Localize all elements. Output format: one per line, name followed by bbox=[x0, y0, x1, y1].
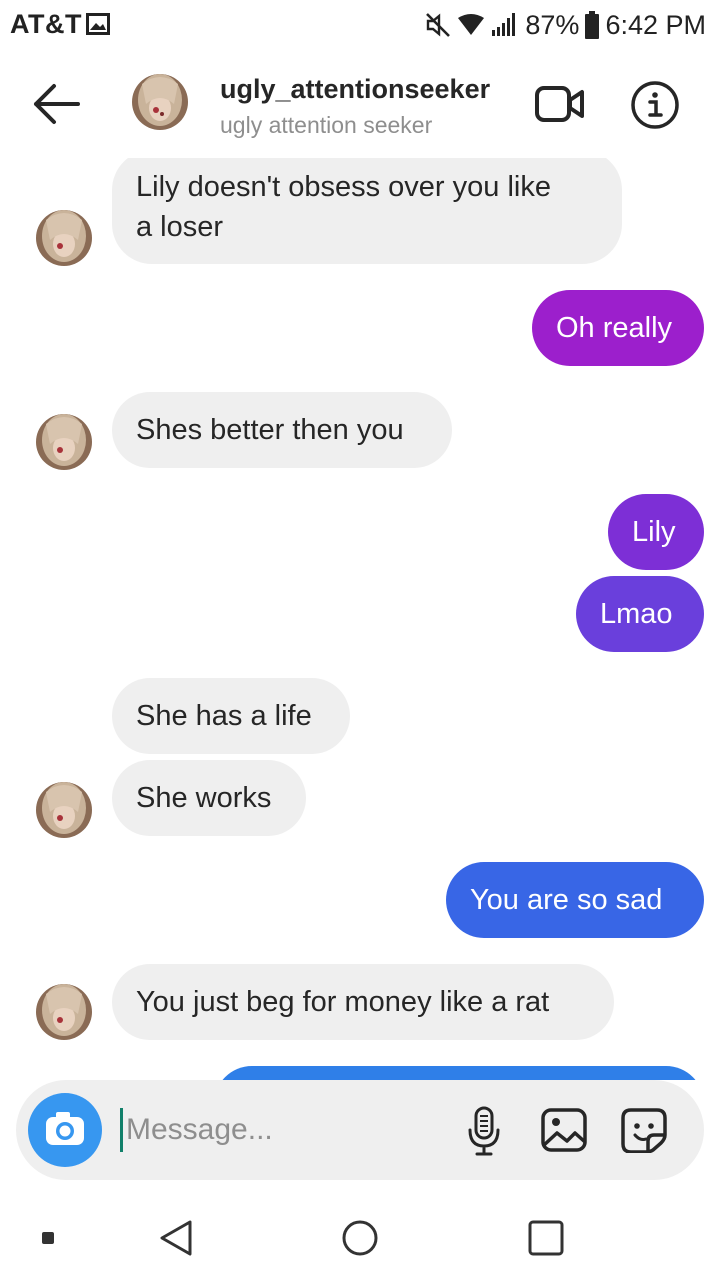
back-arrow-icon[interactable] bbox=[30, 80, 82, 128]
carrier-label: AT&T bbox=[10, 9, 82, 39]
message-text: Lily doesn't obsess over you like bbox=[136, 171, 551, 203]
message-incoming[interactable]: You just beg for money like a rat bbox=[112, 964, 614, 1040]
message-incoming[interactable]: She works bbox=[112, 760, 306, 836]
sender-avatar[interactable] bbox=[36, 984, 92, 1040]
camera-icon bbox=[46, 1112, 84, 1145]
battery-icon bbox=[585, 11, 600, 39]
message-text: Oh really bbox=[556, 312, 673, 344]
microphone-icon[interactable] bbox=[464, 1106, 504, 1156]
status-icons: 87% 6:42 PM bbox=[425, 9, 706, 41]
wifi-icon bbox=[458, 14, 485, 35]
system-nav-bar bbox=[0, 1196, 720, 1280]
message-outgoing[interactable]: Lily bbox=[608, 494, 704, 570]
message-composer bbox=[16, 1080, 704, 1180]
sender-avatar[interactable] bbox=[36, 414, 92, 470]
clock: 6:42 PM bbox=[605, 9, 706, 40]
chat-username[interactable]: ugly_attentionseeker bbox=[220, 74, 490, 105]
message-outgoing[interactable]: Lmao bbox=[576, 576, 704, 652]
camera-button[interactable] bbox=[28, 1093, 102, 1167]
message-text: a loser bbox=[136, 211, 224, 243]
conversation-header: ugly_attentionseeker ugly attention seek… bbox=[0, 58, 720, 158]
nav-recent-apps-icon[interactable] bbox=[526, 1218, 566, 1258]
message-text: You just beg for money like a rat bbox=[136, 986, 550, 1018]
video-call-icon[interactable] bbox=[534, 84, 586, 124]
sender-avatar[interactable] bbox=[36, 782, 92, 838]
message-text: Shes better then you bbox=[136, 414, 404, 446]
message-text: She works bbox=[136, 782, 272, 814]
message-text: You are so sad bbox=[470, 884, 663, 916]
message-outgoing[interactable]: Oh really bbox=[532, 290, 704, 366]
mute-icon bbox=[426, 13, 451, 37]
nav-home-icon[interactable] bbox=[340, 1218, 380, 1258]
battery-percent: 87% bbox=[525, 9, 580, 40]
info-icon[interactable] bbox=[630, 80, 680, 130]
message-incoming[interactable]: Lily doesn't obsess over you like a lose… bbox=[112, 158, 622, 264]
status-bar: AT&T 87% 6:42 PM bbox=[0, 0, 720, 50]
sender-avatar[interactable] bbox=[36, 210, 92, 266]
sticker-icon[interactable] bbox=[620, 1107, 668, 1153]
message-outgoing[interactable]: You are so sad bbox=[446, 862, 704, 938]
header-avatar[interactable] bbox=[132, 74, 188, 130]
message-incoming[interactable]: Shes better then you bbox=[112, 392, 452, 468]
message-outgoing-partial[interactable] bbox=[214, 1066, 704, 1080]
chat-full-name: ugly attention seeker bbox=[220, 112, 433, 138]
gallery-notification-icon bbox=[86, 13, 110, 35]
nav-dot-icon bbox=[42, 1232, 54, 1244]
message-input[interactable] bbox=[120, 1108, 440, 1152]
message-text: She has a life bbox=[136, 700, 312, 732]
nav-back-icon[interactable] bbox=[156, 1218, 196, 1258]
message-text: Lmao bbox=[600, 598, 673, 630]
message-incoming[interactable]: She has a life bbox=[112, 678, 350, 754]
message-text: Lily bbox=[632, 516, 676, 548]
message-thread[interactable]: Lily doesn't obsess over you like a lose… bbox=[0, 158, 720, 1080]
gallery-icon[interactable] bbox=[540, 1107, 588, 1153]
signal-icon bbox=[492, 13, 516, 36]
